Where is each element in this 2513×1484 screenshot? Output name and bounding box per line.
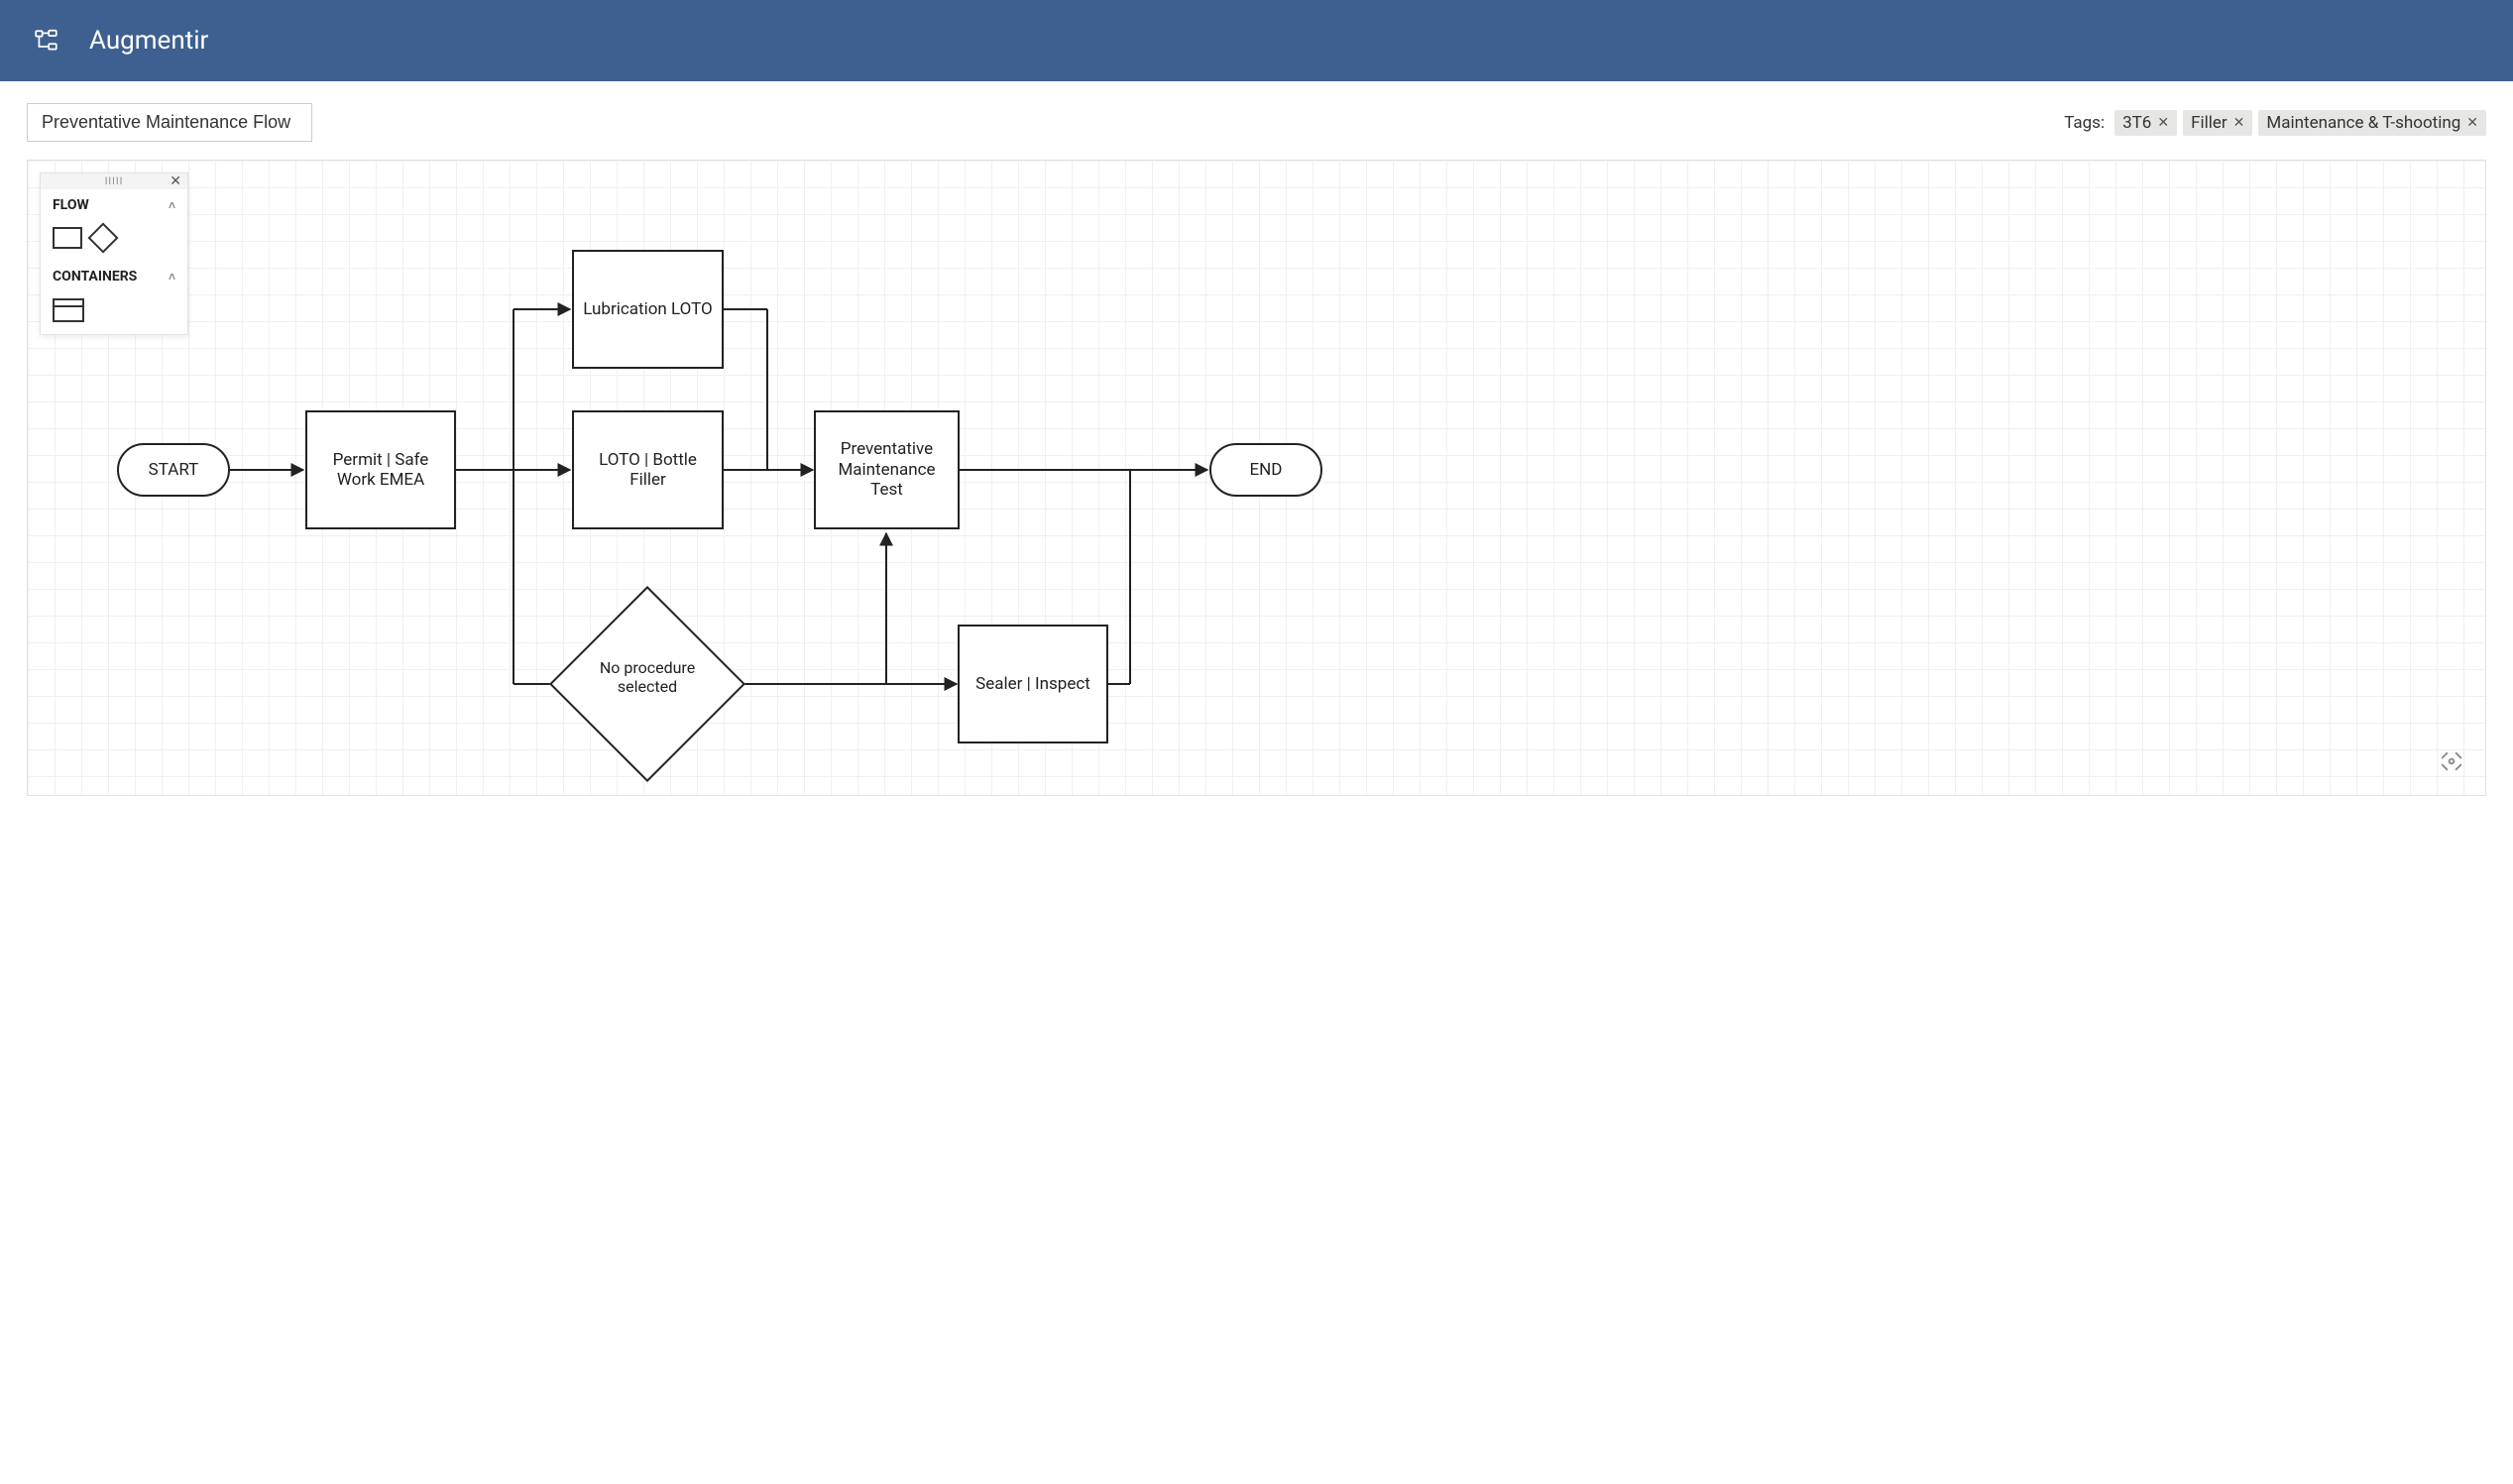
tag-remove-icon[interactable]: ✕ [2233, 115, 2245, 131]
node-loto-bottle-filler[interactable]: LOTO | Bottle Filler [572, 410, 724, 529]
shape-palette[interactable]: IIIII ✕ FLOW ˄ CONTAINERS ˄ [40, 172, 188, 335]
title-row: Tags: 3T6 ✕ Filler ✕ Maintenance & T-sho… [0, 81, 2513, 160]
chevron-up-icon: ˄ [169, 198, 175, 212]
drag-grip-icon: IIIII [105, 176, 124, 187]
palette-section-title: CONTAINERS [53, 269, 137, 285]
container-shape-tool[interactable] [53, 298, 84, 322]
tags-label: Tags: [2064, 113, 2105, 133]
chevron-up-icon: ˄ [169, 270, 175, 284]
diagram-canvas[interactable]: IIIII ✕ FLOW ˄ CONTAINERS ˄ [27, 160, 2486, 796]
node-end[interactable]: END [1209, 443, 1322, 497]
palette-drag-handle[interactable]: IIIII ✕ [41, 173, 187, 189]
diamond-shape-tool[interactable] [87, 222, 118, 253]
rectangle-shape-tool[interactable] [53, 227, 82, 249]
palette-section-flow[interactable]: FLOW ˄ [41, 189, 187, 221]
tag-maintenance[interactable]: Maintenance & T-shooting ✕ [2258, 110, 2486, 136]
palette-container-items [41, 292, 187, 334]
palette-flow-items [41, 221, 187, 261]
node-start[interactable]: START [117, 443, 230, 497]
node-preventative-maintenance-test[interactable]: Preventative Maintenance Test [814, 410, 960, 529]
tag-remove-icon[interactable]: ✕ [2157, 115, 2169, 131]
node-permit-safe-work[interactable]: Permit | Safe Work EMEA [305, 410, 456, 529]
tags-container: Tags: 3T6 ✕ Filler ✕ Maintenance & T-sho… [2064, 110, 2486, 136]
fit-to-screen-button[interactable] [2434, 743, 2469, 779]
flow-name-input[interactable] [27, 103, 312, 142]
palette-section-title: FLOW [53, 197, 89, 213]
tag-3t6[interactable]: 3T6 ✕ [2114, 110, 2177, 136]
app-title: Augmentir [89, 26, 208, 56]
node-no-procedure-selected-label: No procedure selected [578, 658, 717, 696]
tag-remove-icon[interactable]: ✕ [2466, 115, 2478, 131]
palette-section-containers[interactable]: CONTAINERS ˄ [41, 261, 187, 292]
tag-text: 3T6 [2122, 113, 2151, 133]
node-lubrication-loto[interactable]: Lubrication LOTO [572, 250, 724, 369]
node-sealer-inspect[interactable]: Sealer | Inspect [958, 625, 1108, 743]
tag-text: Maintenance & T-shooting [2266, 113, 2460, 133]
close-icon[interactable]: ✕ [170, 173, 181, 189]
app-header: Augmentir [0, 0, 2513, 81]
tag-filler[interactable]: Filler ✕ [2183, 110, 2252, 136]
tree-icon [34, 28, 59, 54]
tag-text: Filler [2191, 113, 2227, 133]
